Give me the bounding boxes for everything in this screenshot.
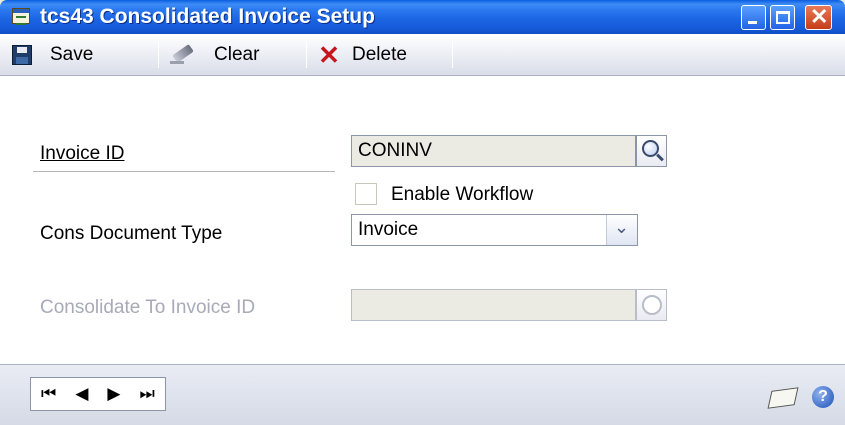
eraser-icon: [170, 45, 196, 65]
enable-workflow-label[interactable]: Enable Workflow: [391, 184, 533, 206]
form-area: Invoice ID CONINV Enable Workflow Cons D…: [0, 76, 845, 364]
delete-button[interactable]: ✕ Delete: [318, 41, 407, 69]
next-record-button[interactable]: ▶: [107, 384, 120, 404]
close-icon: ✕: [810, 4, 829, 29]
record-navigation: ⏮ ◀ ▶ ⏭: [30, 377, 166, 411]
window: tcs43 Consolidated Invoice Setup ✕ Save …: [0, 0, 845, 425]
clear-button[interactable]: Clear: [170, 41, 259, 69]
previous-record-button[interactable]: ◀: [75, 384, 88, 404]
note-icon[interactable]: [767, 387, 799, 409]
consolidate-to-lookup-button: [636, 289, 667, 321]
bottom-bar: ⏮ ◀ ▶ ⏭ ?: [0, 364, 845, 425]
label-divider: [33, 171, 335, 172]
save-button[interactable]: Save: [12, 41, 93, 69]
last-record-button[interactable]: ⏭: [139, 384, 154, 404]
window-title: tcs43 Consolidated Invoice Setup: [40, 5, 375, 28]
title-bar[interactable]: tcs43 Consolidated Invoice Setup ✕: [0, 0, 845, 34]
window-icon: [12, 8, 30, 25]
cons-document-type-value: Invoice: [358, 219, 419, 240]
save-label: Save: [50, 44, 94, 65]
delete-icon: ✕: [318, 40, 340, 70]
lookup-icon-handle: [656, 153, 664, 162]
consolidate-to-invoice-id-field: [351, 289, 636, 321]
cons-document-type-label: Cons Document Type: [40, 223, 223, 244]
enable-workflow-checkbox[interactable]: [355, 183, 377, 205]
help-icon[interactable]: ?: [812, 386, 834, 408]
close-button[interactable]: ✕: [805, 4, 832, 30]
invoice-id-label[interactable]: Invoice ID: [40, 143, 124, 165]
cons-document-type-select[interactable]: Invoice: [351, 214, 638, 246]
invoice-id-field[interactable]: CONINV: [351, 135, 636, 167]
consolidate-to-invoice-id-label: Consolidate To Invoice ID: [40, 297, 256, 318]
dropdown-arrow-icon: ⌄: [614, 217, 630, 237]
cons-document-type-dropdown-button[interactable]: ⌄: [606, 215, 637, 245]
lookup-icon: [642, 295, 662, 315]
delete-label: Delete: [352, 44, 407, 65]
maximize-icon: [776, 11, 790, 24]
toolbar-separator: [306, 42, 307, 68]
maximize-button[interactable]: [770, 5, 795, 30]
save-icon: [12, 45, 32, 65]
minimize-button[interactable]: [741, 5, 766, 30]
minimize-icon: [748, 21, 757, 24]
clear-label: Clear: [214, 44, 260, 65]
invoice-id-lookup-button[interactable]: [636, 135, 667, 167]
toolbar-separator: [158, 42, 159, 68]
toolbar-separator: [452, 42, 453, 68]
toolbar: Save Clear ✕ Delete: [0, 34, 845, 76]
first-record-button[interactable]: ⏮: [41, 384, 56, 404]
